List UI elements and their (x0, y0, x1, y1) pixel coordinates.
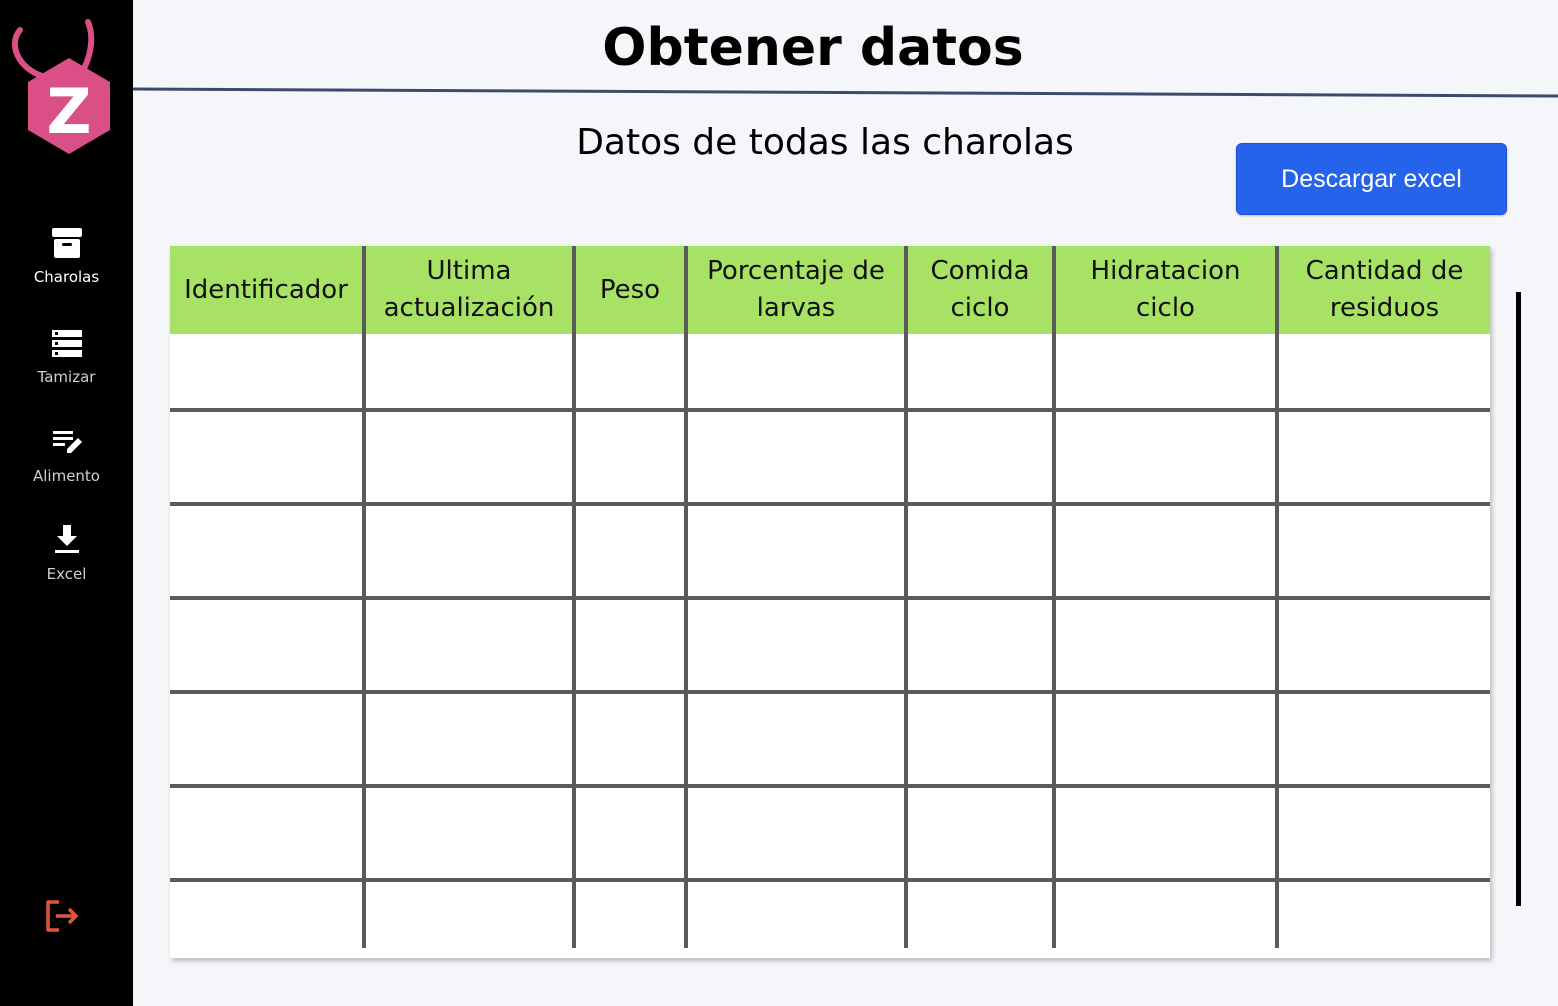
table-cell (904, 596, 1054, 692)
table-cell (572, 596, 686, 692)
app-logo[interactable]: Z (8, 16, 118, 156)
column-header-identificador[interactable]: Identificador (170, 246, 364, 334)
column-header-ultima-actualizacion[interactable]: Ultima actualización (362, 246, 574, 334)
table-cell (1275, 878, 1490, 948)
sidebar-item-label: Charolas (33, 268, 100, 286)
table-cell (170, 408, 364, 504)
table-cell (1275, 784, 1490, 880)
table-row (170, 596, 1490, 692)
page-title: Obtener datos (602, 18, 1024, 78)
table-row (170, 408, 1490, 504)
sidebar-item-label: Alimento (32, 467, 100, 485)
table-cell (684, 502, 906, 598)
table-cell (904, 784, 1054, 880)
table-cell (362, 690, 574, 786)
list-edit-icon (50, 425, 84, 459)
table-row (170, 502, 1490, 598)
table-cell (572, 878, 686, 948)
column-header-peso[interactable]: Peso (572, 246, 686, 334)
table-cell (362, 502, 574, 598)
table-cell (1052, 408, 1277, 504)
table-cell (170, 502, 364, 598)
table-row (170, 784, 1490, 880)
sidebar-item-charolas[interactable]: Charolas (0, 226, 133, 286)
table-cell (170, 784, 364, 880)
table-header-row: Identificador Ultima actualización Peso … (170, 246, 1490, 334)
table-cell (904, 878, 1054, 948)
table-cell (684, 690, 906, 786)
sidebar-item-label: Excel (46, 565, 87, 583)
table-cell (1052, 784, 1277, 880)
table-cell (1052, 878, 1277, 948)
table-cell (362, 334, 574, 410)
charolas-table: Identificador Ultima actualización Peso … (170, 246, 1490, 958)
column-header-cantidad-residuos[interactable]: Cantidad de residuos (1275, 246, 1490, 334)
table-cell (684, 784, 906, 880)
table-cell (362, 408, 574, 504)
table-cell (684, 878, 906, 948)
download-icon (50, 523, 84, 557)
sidebar-item-excel[interactable]: Excel (0, 523, 133, 583)
sidebar: Z Charolas Tamizar Alimento Excel (0, 0, 133, 1006)
table-cell (1052, 596, 1277, 692)
table-cell (170, 596, 364, 692)
table-cell (684, 408, 906, 504)
archive-box-icon (50, 226, 84, 260)
table-cell (572, 502, 686, 598)
download-excel-button[interactable]: Descargar excel (1236, 143, 1507, 215)
table-cell (1052, 334, 1277, 410)
table-cell (362, 878, 574, 948)
table-cell (572, 334, 686, 410)
logout-button[interactable] (43, 896, 83, 936)
table-cell (1052, 690, 1277, 786)
table-cell (904, 690, 1054, 786)
column-header-hidratacion-ciclo[interactable]: Hidratacion ciclo (1052, 246, 1277, 334)
table-cell (170, 878, 364, 948)
column-header-comida-ciclo[interactable]: Comida ciclo (904, 246, 1054, 334)
server-stack-icon (50, 326, 84, 360)
table-cell (572, 690, 686, 786)
table-cell (1275, 408, 1490, 504)
column-header-porcentaje-larvas[interactable]: Porcentaje de larvas (684, 246, 906, 334)
table-cell (170, 690, 364, 786)
table-row (170, 334, 1490, 410)
logout-icon (43, 900, 83, 940)
table-cell (904, 408, 1054, 504)
sidebar-item-tamizar[interactable]: Tamizar (0, 326, 133, 386)
table-row (170, 690, 1490, 786)
table-cell (1052, 502, 1277, 598)
table-row (170, 878, 1490, 948)
table-cell (904, 334, 1054, 410)
section-subtitle: Datos de todas las charolas (576, 122, 1074, 163)
table-cell (1275, 690, 1490, 786)
table-cell (1275, 502, 1490, 598)
table-cell (904, 502, 1054, 598)
logo-letter: Z (47, 75, 92, 148)
table-cell (170, 334, 364, 410)
table-cell (1275, 596, 1490, 692)
table-cell (362, 596, 574, 692)
table-cell (362, 784, 574, 880)
table-cell (572, 408, 686, 504)
sidebar-item-label: Tamizar (37, 368, 96, 386)
table-cell (572, 784, 686, 880)
table-cell (684, 334, 906, 410)
table-cell (1275, 334, 1490, 410)
table-cell (684, 596, 906, 692)
vertical-scrollbar[interactable] (1516, 292, 1521, 906)
title-divider (133, 87, 1558, 98)
sidebar-item-alimento[interactable]: Alimento (0, 425, 133, 485)
